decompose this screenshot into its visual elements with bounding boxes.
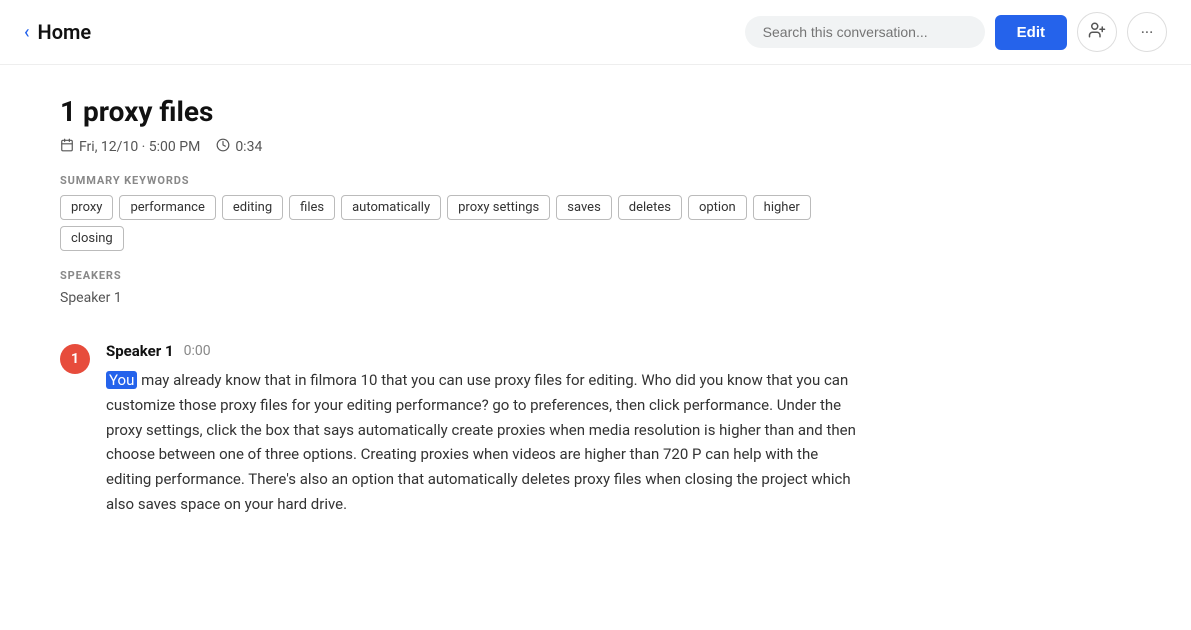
keyword-tag: deletes (618, 195, 682, 220)
header-right: Edit ··· (745, 12, 1167, 52)
summary-keywords-label: SUMMARY KEYWORDS (60, 174, 860, 187)
transcript: 1 Speaker 1 0:00 You may already know that … (60, 342, 860, 517)
transcript-header: Speaker 1 0:00 (106, 342, 860, 360)
keywords-row: proxyperformance editingfilesautomaticall… (60, 195, 860, 251)
speakers-label: SPEAKERS (60, 269, 860, 282)
date-text: Fri, 12/10 · 5:00 PM (79, 139, 200, 155)
clock-icon (216, 138, 230, 156)
more-icon: ··· (1141, 23, 1154, 42)
duration-meta: 0:34 (216, 138, 262, 156)
keyword-tag: editing (222, 195, 283, 220)
add-person-button[interactable] (1077, 12, 1117, 52)
speakers-section: SPEAKERS Speaker 1 (60, 269, 860, 306)
keyword-tag: files (289, 195, 335, 220)
main-content: 1 proxy files Fri, 12/10 · 5:00 PM 0:34 (0, 65, 900, 557)
keyword-tag: performance (119, 195, 215, 220)
keyword-tag: proxy (60, 195, 113, 220)
transcript-timestamp: 0:00 (184, 343, 211, 359)
keyword-tag: automatically (341, 195, 441, 220)
keyword-tag: option (688, 195, 747, 220)
date-meta: Fri, 12/10 · 5:00 PM (60, 138, 200, 156)
summary-keywords-section: SUMMARY KEYWORDS proxyperformance editing… (60, 174, 860, 251)
search-input[interactable] (745, 16, 985, 48)
keyword-tag: higher (753, 195, 811, 220)
header: ‹ Home Edit ··· (0, 0, 1191, 65)
more-options-button[interactable]: ··· (1127, 12, 1167, 52)
keyword-tag: proxy settings (447, 195, 550, 220)
keyword-tag: saves (556, 195, 612, 220)
meta-row: Fri, 12/10 · 5:00 PM 0:34 (60, 138, 860, 156)
transcript-speaker-name: Speaker 1 (106, 342, 174, 360)
highlight-word: You (106, 371, 137, 389)
add-person-icon (1088, 21, 1106, 43)
speaker-item: Speaker 1 (60, 290, 860, 306)
speaker-badge: 1 (60, 344, 90, 374)
duration-text: 0:34 (235, 139, 262, 155)
keyword-tag: closing (60, 226, 124, 251)
speaker-name: Speaker 1 (60, 290, 860, 306)
edit-button[interactable]: Edit (995, 15, 1067, 50)
transcript-content: Speaker 1 0:00 You may already know that i… (106, 342, 860, 517)
home-title: Home (38, 20, 92, 44)
back-button[interactable]: ‹ (24, 22, 30, 43)
transcript-text: You may already know that in filmora 10 … (106, 368, 860, 517)
calendar-icon (60, 138, 74, 156)
transcript-entry: 1 Speaker 1 0:00 You may already know that … (60, 342, 860, 517)
conversation-title: 1 proxy files (60, 95, 860, 128)
header-left: ‹ Home (24, 20, 91, 44)
